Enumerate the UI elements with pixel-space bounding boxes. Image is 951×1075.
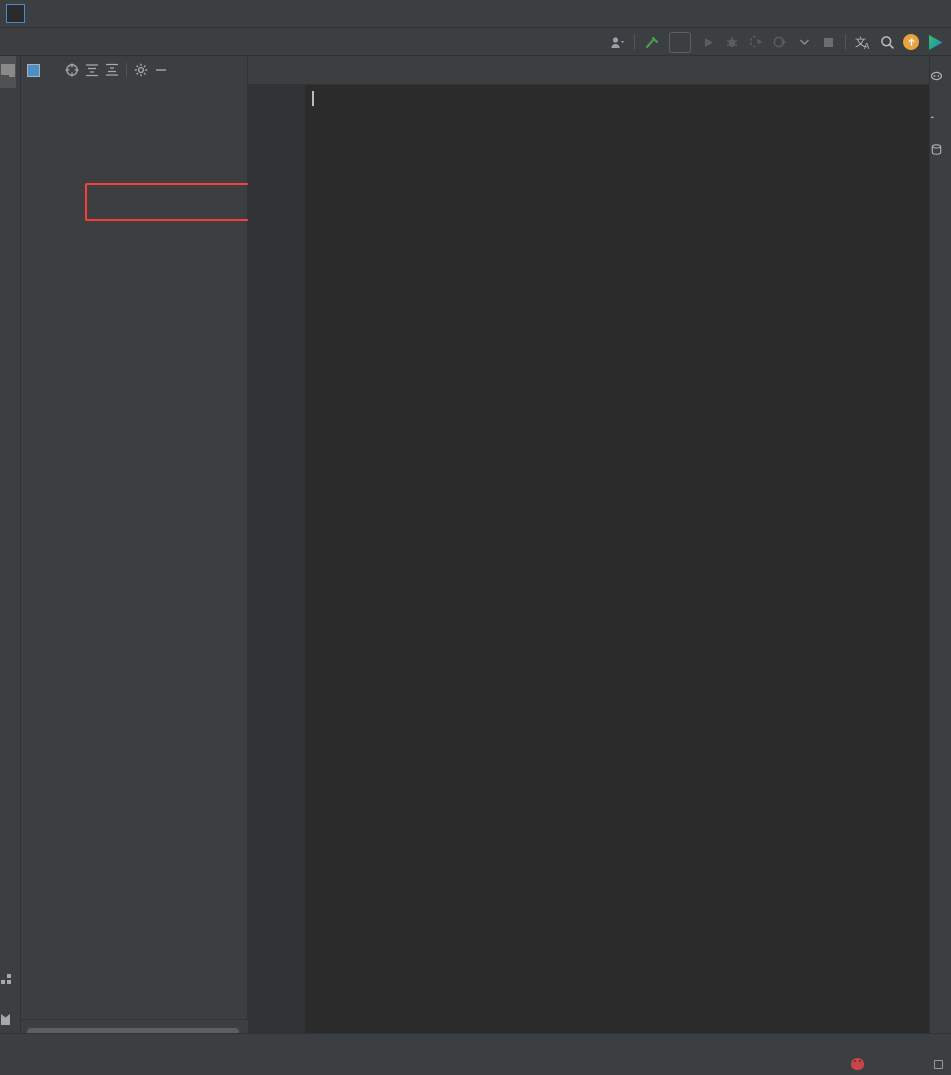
panel-divider — [126, 63, 127, 77]
sidebar-item-database[interactable] — [930, 138, 942, 165]
chevron-down-icon[interactable] — [48, 60, 62, 80]
run-with-coverage-icon[interactable] — [745, 31, 767, 53]
left-tool-stripe — [0, 56, 21, 1043]
status-bar-right — [851, 1053, 943, 1075]
database-icon — [930, 144, 942, 155]
editor-gutter[interactable] — [248, 85, 305, 1043]
debug-icon[interactable] — [721, 31, 743, 53]
close-button[interactable] — [906, 0, 951, 28]
editor-options-icon[interactable] — [905, 56, 929, 84]
text-caret — [312, 91, 314, 106]
gear-icon[interactable] — [131, 60, 151, 80]
build-hammer-icon[interactable] — [641, 31, 663, 53]
right-tool-stripe: m — [925, 56, 951, 1043]
maven-icon: m — [925, 107, 942, 124]
project-panel-header — [21, 56, 247, 84]
hide-panel-icon[interactable] — [151, 60, 171, 80]
sidebar-item-github-copilot[interactable] — [930, 64, 942, 91]
toolbar-divider — [634, 34, 635, 50]
maximize-button[interactable] — [861, 0, 906, 28]
stop-icon[interactable] — [817, 31, 839, 53]
profiler-run-icon[interactable] — [769, 31, 791, 53]
toolbar-divider-2 — [845, 34, 846, 50]
select-opened-file-icon[interactable] — [62, 60, 82, 80]
status-bar — [0, 1053, 951, 1075]
expand-all-icon[interactable] — [82, 60, 102, 80]
svg-text:m: m — [931, 116, 937, 118]
bug-icon[interactable] — [851, 1058, 864, 1070]
editor-tab-bar — [248, 56, 929, 85]
sidebar-item-bookmarks[interactable] — [0, 1008, 12, 1035]
project-tool-window — [21, 56, 250, 1043]
update-project-icon[interactable] — [900, 31, 922, 53]
intellij-logo-icon — [6, 4, 25, 23]
main-toolbar: 文A — [605, 28, 947, 56]
copilot-icon — [930, 70, 942, 81]
structure-icon — [0, 974, 12, 984]
editor-area — [248, 56, 929, 1043]
svg-text:A: A — [864, 42, 870, 50]
read-only-lock-icon[interactable] — [934, 1059, 943, 1069]
sidebar-item-project[interactable] — [0, 56, 16, 88]
bookmark-icon — [0, 1014, 12, 1025]
translate-icon[interactable]: 文A — [852, 31, 874, 53]
sidebar-item-structure[interactable] — [0, 968, 12, 994]
minimize-button[interactable] — [816, 0, 861, 28]
collapse-all-icon[interactable] — [102, 60, 122, 80]
menu-bar — [0, 0, 951, 28]
run-icon[interactable] — [697, 31, 719, 53]
project-folder-icon — [0, 62, 16, 78]
bottom-tool-window-bar — [0, 1033, 951, 1053]
project-view-icon — [27, 63, 40, 77]
search-everywhere-icon[interactable] — [876, 31, 898, 53]
window-controls — [816, 0, 951, 28]
intellij-idea-window: 文A — [0, 0, 951, 1075]
left-stripe-bottom — [0, 968, 21, 1035]
play-green-icon[interactable] — [924, 31, 946, 53]
editor-text-surface[interactable] — [305, 85, 929, 1043]
user-avatar-icon[interactable] — [606, 31, 628, 53]
sidebar-item-maven[interactable]: m — [925, 101, 942, 128]
code-editor[interactable] — [248, 85, 929, 1043]
project-tree[interactable] — [21, 84, 248, 1019]
chevron-down-icon[interactable] — [793, 31, 815, 53]
add-configuration-button[interactable] — [669, 31, 691, 53]
left-stripe-top — [0, 56, 21, 88]
navigation-bar: 文A — [0, 28, 951, 56]
